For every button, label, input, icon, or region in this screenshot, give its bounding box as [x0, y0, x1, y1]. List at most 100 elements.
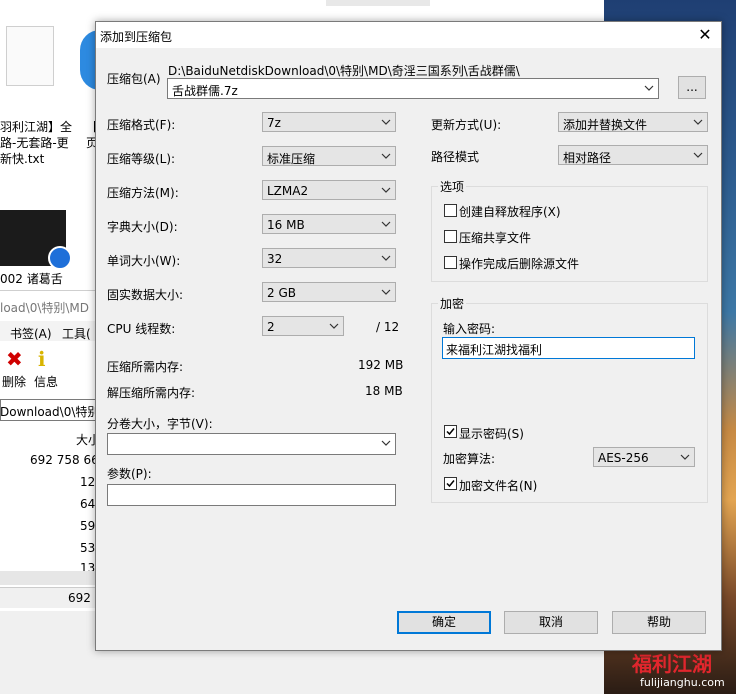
- chevron-down-icon: [329, 323, 339, 329]
- chevron-down-icon: [381, 119, 391, 125]
- solid-block-value: 2 GB: [267, 286, 296, 300]
- archive-directory: D:\BaiduNetdiskDownload\0\特别\MD\奇淫三国系列\舌…: [168, 64, 520, 78]
- title-bar[interactable]: 添加到压缩包 ✕: [96, 22, 721, 48]
- sfx-checkbox-label[interactable]: 创建自释放程序(X): [459, 203, 561, 220]
- window-frame: [326, 0, 430, 6]
- player-icon: [48, 246, 72, 270]
- chevron-down-icon: [381, 153, 391, 159]
- status-count: 692: [68, 591, 91, 605]
- shared-files-checkbox-label[interactable]: 压缩共享文件: [459, 229, 531, 246]
- word-size-value: 32: [267, 252, 283, 266]
- file-label: 新快.txt: [0, 152, 45, 166]
- file-label: 002 诸葛舌: [0, 272, 63, 286]
- chevron-down-icon: [693, 152, 703, 158]
- chevron-down-icon: [381, 289, 391, 295]
- close-icon: ✕: [698, 25, 712, 44]
- compress-memory-value: 192 MB: [358, 358, 404, 372]
- chevron-down-icon: [381, 221, 391, 227]
- archive-label: 压缩包(A): [107, 72, 161, 86]
- check-icon: [446, 480, 455, 488]
- add-to-archive-dialog: 添加到压缩包 ✕ 压缩包(A) D:\BaiduNetdiskDownload\…: [95, 21, 722, 651]
- menu-tools[interactable]: 工具(: [62, 325, 91, 342]
- cpu-threads-total: / 12: [376, 320, 400, 334]
- address-text: Download\0\特别: [0, 405, 100, 419]
- cpu-threads-select[interactable]: 2: [262, 316, 344, 336]
- menu-bookmarks[interactable]: 书签(A): [10, 325, 52, 342]
- delete-after-checkbox[interactable]: [444, 256, 457, 269]
- size-cell: 64: [80, 497, 96, 511]
- file-label: 路-无套路-更: [0, 136, 69, 150]
- encryption-group-title: 加密: [438, 295, 467, 312]
- show-password-label[interactable]: 显示密码(S): [459, 425, 524, 442]
- show-password-checkbox[interactable]: [444, 425, 457, 438]
- chevron-down-icon: [381, 187, 391, 193]
- decompress-memory-value: 18 MB: [365, 384, 403, 398]
- update-mode-select[interactable]: 添加并替换文件: [558, 112, 708, 132]
- browse-button[interactable]: ...: [678, 76, 706, 99]
- chevron-down-icon: [381, 440, 391, 446]
- cpu-threads-label: CPU 线程数:: [107, 322, 176, 336]
- archive-name-value: 舌战群儒.7z: [172, 84, 238, 98]
- delete-icon[interactable]: ✖: [6, 347, 23, 371]
- sfx-checkbox[interactable]: [444, 204, 457, 217]
- path-mode-label: 路径模式: [431, 150, 480, 164]
- format-select[interactable]: 7z: [262, 112, 396, 132]
- size-cell: 12: [80, 475, 96, 489]
- dictionary-label: 字典大小(D):: [107, 220, 178, 234]
- size-cell: 53: [80, 541, 96, 555]
- path-mode-select[interactable]: 相对路径: [558, 145, 708, 165]
- word-size-label: 单词大小(W):: [107, 254, 181, 268]
- watermark-url: fulijianghu.com: [640, 676, 725, 689]
- decompress-memory-label: 解压缩所需内存:: [107, 386, 196, 400]
- file-label: 羽利江湖】全: [0, 120, 73, 134]
- level-select[interactable]: 标准压缩: [262, 146, 396, 166]
- size-cell: 692 758 66: [30, 453, 99, 467]
- cancel-button[interactable]: 取消: [504, 611, 598, 634]
- update-mode-value: 添加并替换文件: [563, 118, 648, 132]
- compress-memory-label: 压缩所需内存:: [107, 360, 184, 374]
- parameters-input[interactable]: [107, 484, 396, 506]
- password-label: 输入密码:: [443, 322, 496, 336]
- level-label: 压缩等级(L):: [107, 152, 176, 166]
- password-input[interactable]: 来福利江湖找福利: [442, 337, 695, 359]
- encryption-method-select[interactable]: AES-256: [593, 447, 695, 467]
- method-select[interactable]: LZMA2: [262, 180, 396, 200]
- chevron-down-icon: [644, 85, 654, 91]
- check-icon: [446, 428, 455, 436]
- horizontal-scrollbar[interactable]: [0, 571, 100, 585]
- method-label: 压缩方法(M):: [107, 186, 179, 200]
- chevron-down-icon: [680, 454, 690, 460]
- encryption-method-label: 加密算法:: [443, 452, 496, 466]
- dictionary-select[interactable]: 16 MB: [262, 214, 396, 234]
- parameters-label: 参数(P):: [107, 467, 152, 481]
- archive-name-combo[interactable]: 舌战群儒.7z: [167, 78, 659, 99]
- help-button[interactable]: 帮助: [612, 611, 706, 634]
- info-label: 信息: [34, 375, 59, 389]
- encryption-method-value: AES-256: [598, 451, 649, 465]
- window-path: load\0\特别\MD: [0, 301, 90, 315]
- split-volume-combo[interactable]: [107, 433, 396, 455]
- seven-zip-manager-window: load\0\特别\MD 书签(A) 工具( ✖ ℹ 删除 信息 Downloa…: [0, 290, 100, 611]
- close-button[interactable]: ✕: [690, 22, 720, 48]
- update-mode-label: 更新方式(U):: [431, 118, 502, 132]
- info-icon[interactable]: ℹ: [38, 347, 46, 371]
- ok-button[interactable]: 确定: [397, 611, 491, 634]
- dictionary-value: 16 MB: [267, 218, 305, 232]
- encrypt-filenames-label[interactable]: 加密文件名(N): [459, 477, 537, 494]
- encrypt-filenames-checkbox[interactable]: [444, 477, 457, 490]
- word-size-select[interactable]: 32: [262, 248, 396, 268]
- size-cell: 59: [80, 519, 96, 533]
- delete-after-checkbox-label[interactable]: 操作完成后删除源文件: [459, 255, 579, 272]
- cpu-threads-value: 2: [267, 320, 275, 334]
- dialog-title: 添加到压缩包: [100, 30, 173, 44]
- chevron-down-icon: [693, 119, 703, 125]
- solid-block-select[interactable]: 2 GB: [262, 282, 396, 302]
- solid-block-label: 固实数据大小:: [107, 288, 184, 302]
- level-value: 标准压缩: [267, 152, 316, 166]
- path-mode-value: 相对路径: [563, 151, 612, 165]
- method-value: LZMA2: [267, 184, 309, 198]
- chevron-down-icon: [381, 255, 391, 261]
- format-value: 7z: [267, 116, 281, 130]
- shared-files-checkbox[interactable]: [444, 230, 457, 243]
- text-file-icon[interactable]: [6, 26, 54, 86]
